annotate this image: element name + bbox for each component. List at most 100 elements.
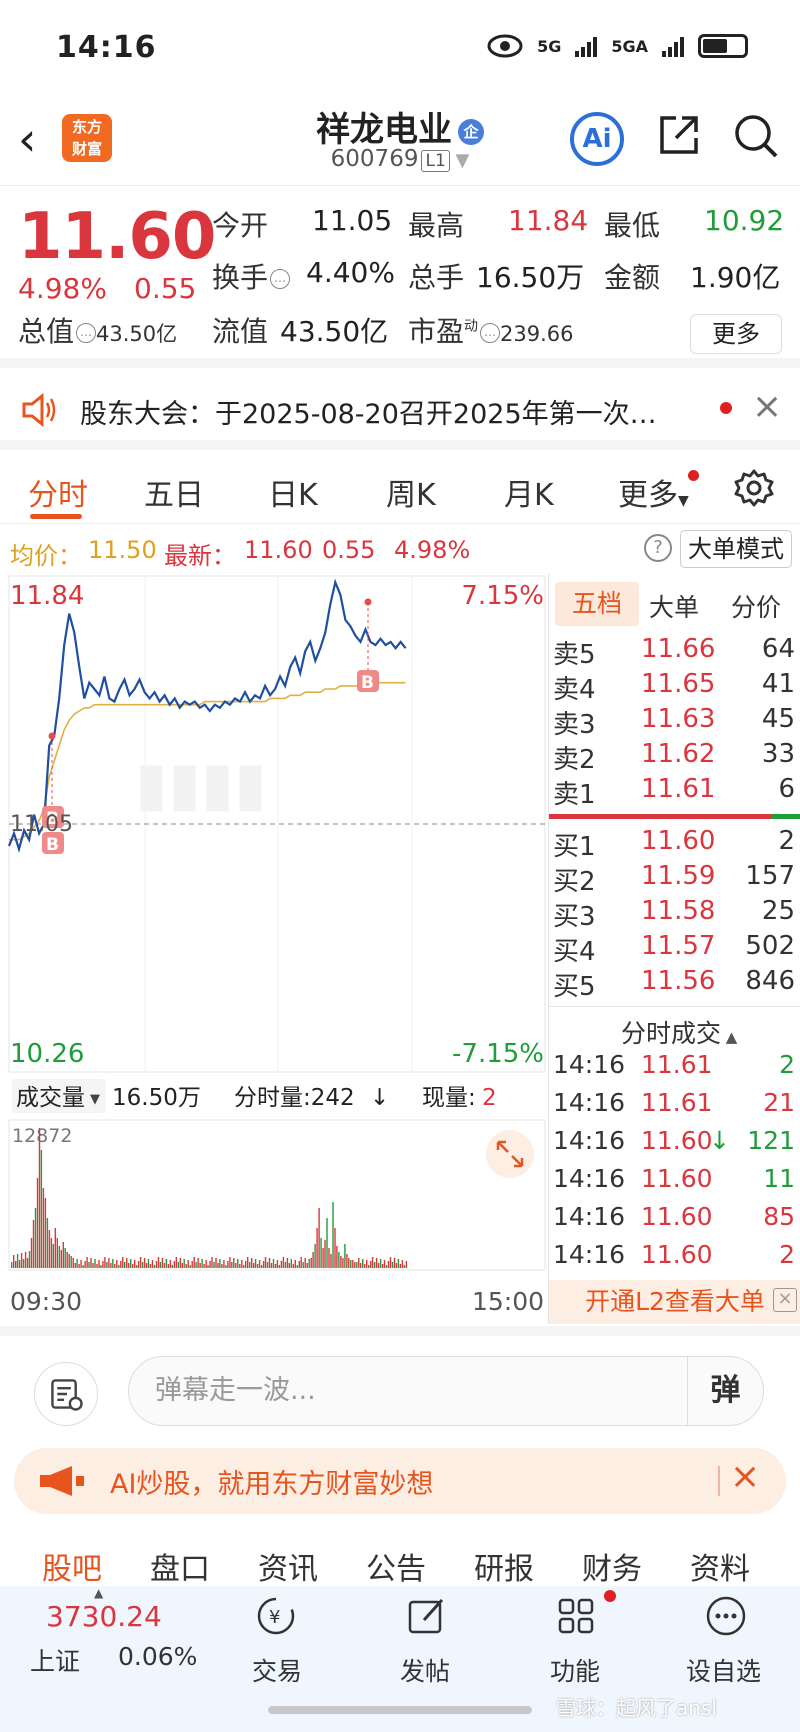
comment-settings-icon[interactable] xyxy=(34,1362,98,1426)
tab-finance[interactable]: 财务 xyxy=(582,1544,642,1588)
search-icon[interactable] xyxy=(732,112,780,160)
tab-pankou[interactable]: 盘口 xyxy=(150,1544,210,1588)
buy-marker-dot xyxy=(48,732,56,740)
index-pct: 0.06% xyxy=(118,1642,198,1671)
l2-upgrade-banner[interactable]: 开通L2查看大单 × xyxy=(549,1280,800,1324)
volume-bar xyxy=(181,1263,183,1268)
bid-row[interactable]: 买5 11.56 846 xyxy=(549,966,800,1002)
volume-bar xyxy=(135,1265,138,1268)
pct-max-label: 7.15% xyxy=(461,581,544,611)
volume-bar xyxy=(253,1263,255,1268)
speaker-icon xyxy=(22,392,56,428)
index-name[interactable]: 上证 xyxy=(30,1642,80,1678)
info-icon[interactable]: … xyxy=(76,323,97,343)
level-badge: L1 xyxy=(421,150,450,172)
volume-bar xyxy=(151,1260,154,1268)
tab-big-orders[interactable]: 大单 xyxy=(649,588,699,624)
tab-daily-k[interactable]: 日K xyxy=(268,470,318,514)
bid-row[interactable]: 买4 11.57 502 xyxy=(549,931,800,967)
more-icon[interactable] xyxy=(704,1594,748,1638)
unread-dot xyxy=(604,1590,616,1602)
share-icon[interactable] xyxy=(656,112,702,158)
volume-bar xyxy=(145,1263,148,1268)
trade-time: 14:16 xyxy=(553,1240,626,1269)
last-pct: 4.98% xyxy=(394,536,471,564)
volume-bar xyxy=(348,1258,350,1268)
trades-title[interactable]: 分时成交 ▲ xyxy=(621,1014,737,1050)
info-icon[interactable]: … xyxy=(480,323,501,343)
ask-row[interactable]: 卖2 11.62 33 xyxy=(549,739,800,775)
volume-bar xyxy=(284,1262,287,1268)
volume-bar xyxy=(219,1259,221,1268)
tab-news[interactable]: 资讯 xyxy=(258,1544,318,1588)
volume-bar xyxy=(270,1263,273,1268)
tab-five-levels[interactable]: 五档 xyxy=(555,582,639,626)
level-price: 11.60 xyxy=(641,826,716,856)
intraday-chart[interactable]: ▮▮▮▮ B B B 11.84 7.15% 10.26 -7.15% 11.0… xyxy=(0,574,548,1324)
volume-bar xyxy=(86,1257,88,1268)
volume-bar xyxy=(179,1258,181,1268)
volume-bar xyxy=(11,1262,13,1268)
edit-icon[interactable] xyxy=(404,1594,448,1638)
close-icon[interactable]: × xyxy=(773,1288,797,1312)
volume-bar xyxy=(381,1264,384,1268)
tab-five-day[interactable]: 五日 xyxy=(144,470,204,514)
tab-more[interactable]: 更多▼ xyxy=(618,470,689,514)
index-value[interactable]: 3730.24 xyxy=(46,1600,162,1633)
trade-icon[interactable]: ¥ xyxy=(254,1594,298,1638)
volume-bar xyxy=(120,1261,122,1268)
tab-intraday[interactable]: 分时 xyxy=(28,470,88,514)
tab-profile[interactable]: 资料 xyxy=(690,1544,750,1588)
tab-monthly-k[interactable]: 月K xyxy=(504,470,554,514)
gear-icon[interactable] xyxy=(734,468,774,508)
more-button[interactable]: 更多 xyxy=(690,314,782,354)
big-order-mode-button[interactable]: 大单模式 xyxy=(680,530,792,568)
ask-row[interactable]: 卖3 11.63 45 xyxy=(549,704,800,740)
volume-bar xyxy=(126,1258,128,1268)
level-qty: 41 xyxy=(761,669,795,699)
tab-guba[interactable]: 股吧 xyxy=(42,1544,102,1588)
help-icon[interactable]: ? xyxy=(644,534,672,562)
trade-label[interactable]: 交易 xyxy=(252,1652,302,1688)
tab-research[interactable]: 研报 xyxy=(474,1544,534,1588)
active-tab-indicator xyxy=(30,514,82,519)
tab-price-distribution[interactable]: 分价 xyxy=(731,588,781,624)
y-max-label: 11.84 xyxy=(10,581,84,611)
level-label: 买1 xyxy=(553,832,596,862)
notice-bar[interactable]: 股东大会：于2025-08-20召开2025年第一次… × xyxy=(0,372,800,450)
tab-announcements[interactable]: 公告 xyxy=(366,1544,426,1588)
bid-row[interactable]: 买2 11.59 157 xyxy=(549,861,800,897)
home-indicator[interactable] xyxy=(268,1706,532,1714)
volume-bar xyxy=(88,1262,90,1268)
bid-row[interactable]: 买1 11.60 2 xyxy=(549,826,800,862)
apps-icon[interactable] xyxy=(554,1594,598,1638)
function-label[interactable]: 功能 xyxy=(550,1652,600,1688)
tab-weekly-k[interactable]: 周K xyxy=(386,470,436,514)
ask-row[interactable]: 卖4 11.65 41 xyxy=(549,669,800,705)
ask-row[interactable]: 卖1 11.61 6 xyxy=(549,774,800,810)
close-icon[interactable]: × xyxy=(752,386,782,427)
danmaku-toggle-button[interactable]: 弹 xyxy=(687,1357,763,1425)
volume-bar xyxy=(310,1258,312,1268)
level-qty: 33 xyxy=(761,739,795,769)
bid-row[interactable]: 买3 11.58 25 xyxy=(549,896,800,932)
danmaku-input[interactable]: 弹幕走一波... 弹 xyxy=(128,1356,764,1426)
trade-direction: ↓ xyxy=(709,1126,730,1155)
post-label[interactable]: 发帖 xyxy=(400,1652,450,1688)
volume-bar xyxy=(268,1258,271,1268)
close-icon[interactable]: × xyxy=(730,1456,760,1497)
volume-bar xyxy=(40,1150,43,1268)
trade-row: 14:16 11.61 21 xyxy=(549,1088,800,1126)
ai-button[interactable]: Ai xyxy=(570,112,624,166)
volume-bar xyxy=(16,1254,19,1268)
volume-bar xyxy=(143,1258,146,1268)
period-tabs: 分时 五日 日K 周K 月K 更多▼ xyxy=(0,452,800,524)
volume-bar xyxy=(22,1259,25,1268)
expand-button[interactable] xyxy=(486,1130,534,1178)
info-icon[interactable]: … xyxy=(270,269,291,289)
ad-banner[interactable]: AI炒股，就用东方财富妙想 × xyxy=(14,1448,786,1514)
volume-bar xyxy=(185,1264,187,1268)
volume-bar xyxy=(118,1265,120,1268)
ask-row[interactable]: 卖5 11.66 64 xyxy=(549,634,800,670)
add-watchlist-label[interactable]: 设自选 xyxy=(686,1652,761,1688)
